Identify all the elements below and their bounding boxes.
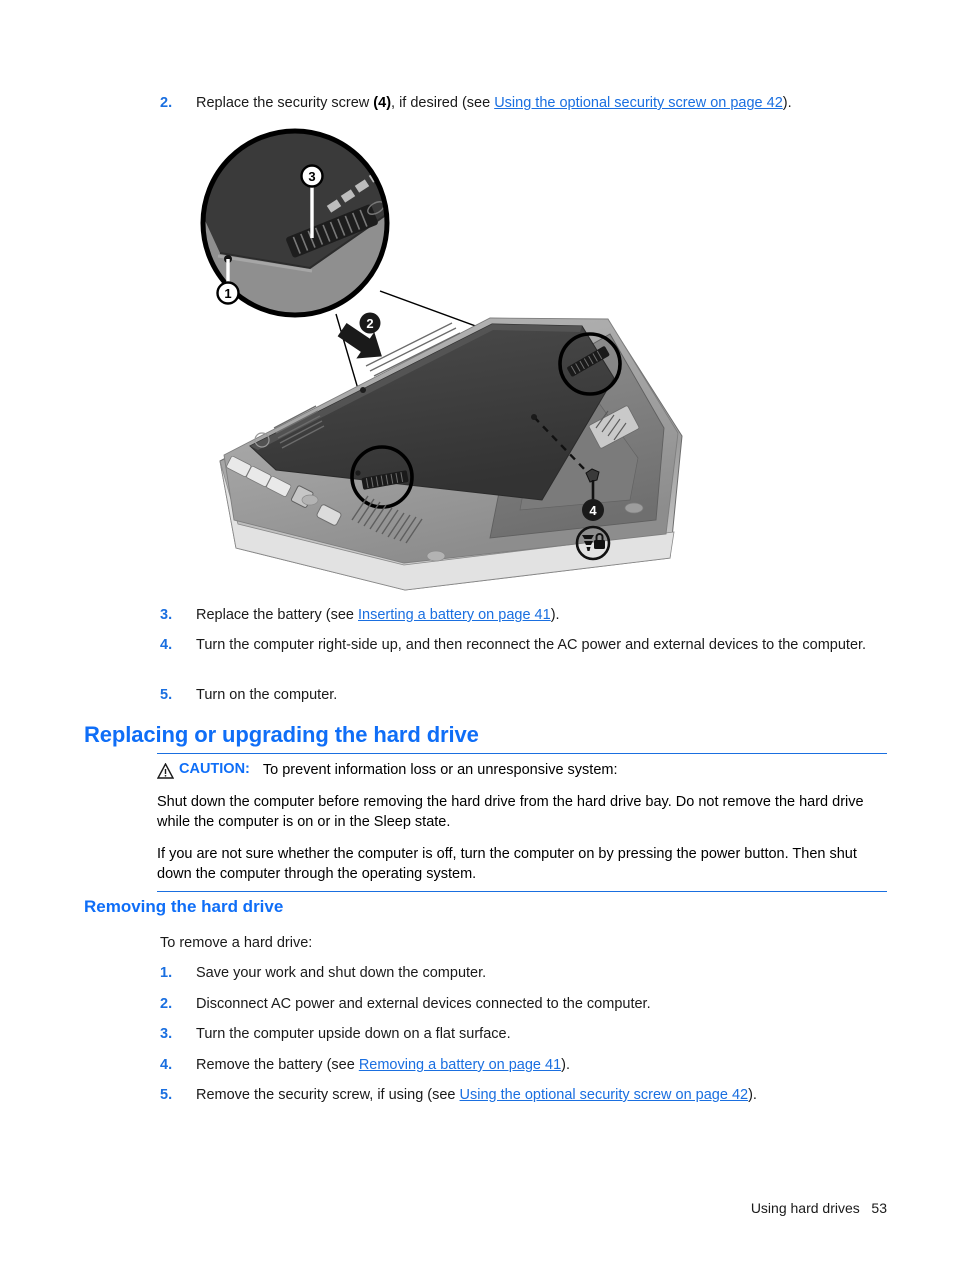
callout-2-number: 2 [366, 316, 373, 331]
caution-note: CAUTION: To prevent information loss or … [157, 753, 887, 892]
list-item-step-4: 4. Turn the computer right-side up, and … [160, 636, 870, 656]
step-text-part: ). [748, 1087, 757, 1103]
list-item-remove-step-5: 5. Remove the security screw, if using (… [160, 1086, 870, 1106]
step-number: 2. [160, 996, 173, 1012]
intro-text: To remove a hard drive: [160, 935, 313, 951]
step-text: Remove the security screw, if using (see… [196, 1086, 757, 1106]
caution-label: CAUTION: [179, 761, 250, 777]
step-text: Replace the battery (see Inserting a bat… [196, 606, 560, 626]
step-number: 3. [160, 1026, 173, 1042]
step-number: 3. [160, 607, 173, 623]
caution-paragraph-1: Shut down the computer before removing t… [157, 794, 864, 830]
step-number: 5. [160, 687, 173, 703]
step-number: 5. [160, 1087, 173, 1103]
callout-4: 4 [582, 499, 604, 521]
caution-header: CAUTION: To prevent information loss or … [157, 761, 887, 780]
list-item-remove-step-4: 4. Remove the battery (see Removing a ba… [160, 1056, 870, 1076]
step-text: Remove the battery (see Removing a batte… [196, 1056, 570, 1076]
step-text: Turn the computer upside down on a flat … [196, 1026, 511, 1042]
step-text-part: Remove the security screw, if using (see [196, 1087, 460, 1103]
step-text: Save your work and shut down the compute… [196, 965, 487, 981]
list-item-remove-step-1: 1. Save your work and shut down the comp… [160, 964, 870, 984]
cross-reference-link[interactable]: Inserting a battery on page 41 [358, 607, 551, 623]
page-footer: Using hard drives 53 [751, 1200, 887, 1216]
warning-triangle-icon [157, 763, 174, 779]
notebook-bottom-illustration [219, 317, 683, 591]
list-item-remove-step-2: 2. Disconnect AC power and external devi… [160, 995, 870, 1015]
figure-notebook-bottom-view: 3 1 2 4 [190, 128, 710, 598]
step-text-part: ). [550, 607, 560, 623]
step-text: Disconnect AC power and external devices… [196, 996, 651, 1012]
cross-reference-link[interactable]: Using the optional security screw on pag… [494, 95, 783, 111]
list-item-remove-step-3: 3. Turn the computer upside down on a fl… [160, 1025, 870, 1045]
step-number: 4. [160, 637, 173, 653]
step-number: 4. [160, 1057, 173, 1073]
footer-page-number: 53 [871, 1200, 887, 1216]
section-intro-text: To remove a hard drive: [160, 934, 870, 954]
callout-4-number: 4 [589, 503, 597, 518]
caution-paragraph-2: If you are not sure whether the computer… [157, 846, 857, 882]
step-number: 1. [160, 965, 173, 981]
rubber-foot [426, 550, 446, 562]
step-text-part: Replace the security screw [196, 95, 374, 111]
step-text: Replace the security screw (4), if desir… [196, 94, 792, 114]
list-item-step-3: 3. Replace the battery (see Inserting a … [160, 606, 890, 626]
footer-spacer [860, 1200, 872, 1216]
section-heading-removing-hard-drive: Removing the hard drive [84, 897, 284, 916]
footer-section-name: Using hard drives [750, 1200, 860, 1216]
rubber-foot [624, 502, 644, 514]
step-number: 2. [160, 95, 173, 111]
step-bold-ref: (4) [373, 95, 392, 111]
page-heading-replacing-upgrading: Replacing or upgrading the hard drive [84, 722, 479, 747]
step-text: Turn the computer right-side up, and the… [196, 637, 867, 653]
callout-2: 2 [337, 312, 382, 359]
list-item-step-2: 2. Replace the security screw (4), if de… [160, 94, 890, 114]
step-text-part: ). [782, 95, 792, 111]
step-text-part: Replace the battery (see [196, 607, 359, 623]
step-text-part: ). [561, 1057, 570, 1073]
list-item-step-5: 5. Turn on the computer. [160, 686, 870, 706]
cross-reference-link[interactable]: Removing a battery on page 41 [359, 1057, 561, 1073]
caution-rule-top [157, 753, 887, 754]
caution-rule-bottom [157, 891, 887, 892]
callout-1-number: 1 [224, 286, 231, 301]
document-page: 2. Replace the security screw (4), if de… [0, 0, 954, 1270]
caution-lead-text: To prevent information loss or an unresp… [262, 762, 618, 778]
callout-3-number: 3 [308, 169, 315, 184]
step-text: Turn on the computer. [196, 687, 338, 703]
cover-screw-hole [360, 387, 366, 393]
step-text-part: , if desired (see [391, 95, 495, 111]
cross-reference-link[interactable]: Using the optional security screw on pag… [460, 1087, 749, 1103]
step-text-part: Remove the battery (see [196, 1057, 359, 1073]
rubber-foot [301, 494, 319, 506]
